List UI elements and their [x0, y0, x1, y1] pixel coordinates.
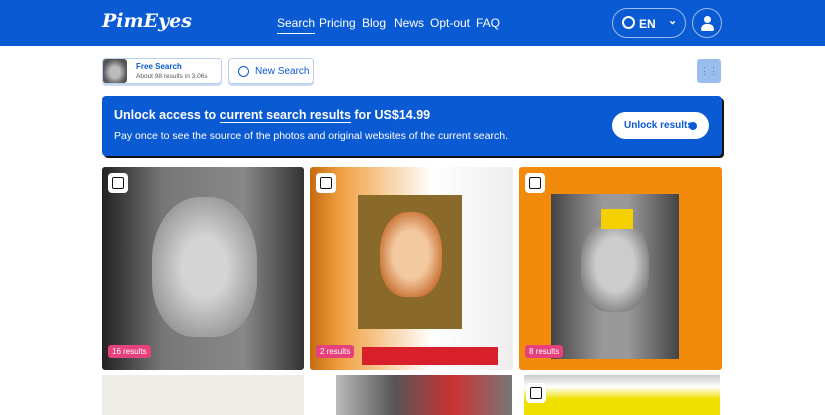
search-face-thumbnail [103, 59, 127, 83]
image-icon[interactable] [526, 383, 546, 403]
nav-blog[interactable]: Blog [362, 16, 386, 30]
result-count-badge: 8 results [525, 345, 564, 358]
image-icon[interactable] [108, 173, 128, 193]
result-caption-strip [362, 347, 498, 365]
nav-opt-out[interactable]: Opt-out [430, 16, 470, 30]
chevron-down-icon: ⌄ [668, 15, 678, 27]
search-plus-icon [238, 66, 249, 77]
unlock-results-label: Unlock results [624, 120, 693, 131]
account-button[interactable] [692, 8, 722, 38]
nav-faq[interactable]: FAQ [476, 16, 500, 30]
sliders-icon: ⋮⋮ [700, 66, 718, 76]
free-search-title: Free Search [136, 62, 182, 71]
language-selector[interactable]: EN ⌄ [612, 8, 686, 38]
unlock-banner: Unlock access to current search results … [102, 96, 722, 156]
result-face [581, 217, 649, 312]
result-card[interactable] [336, 375, 512, 415]
result-card[interactable]: 8 results [519, 167, 722, 370]
free-search-summary: About 98 results in 3.06s [136, 73, 208, 80]
arrow-circle-icon [689, 122, 697, 130]
result-card[interactable]: 16 results [102, 167, 304, 370]
user-icon [704, 16, 711, 23]
banner-subtitle: Pay once to see the source of the photos… [114, 130, 508, 142]
result-card[interactable] [524, 375, 720, 415]
pimeyes-logo[interactable]: PimEyes [102, 10, 192, 32]
result-card[interactable] [102, 375, 304, 415]
banner-title-link[interactable]: current search results [219, 108, 351, 123]
banner-title-price: for US$14.99 [350, 108, 431, 122]
nav-search[interactable]: Search [277, 16, 316, 34]
new-search-label: New Search [255, 66, 310, 77]
result-face [380, 212, 442, 297]
unlock-results-button[interactable]: Unlock results [612, 112, 709, 139]
user-icon-body [701, 24, 714, 31]
language-label: EN [639, 17, 656, 31]
filter-button[interactable]: ⋮⋮ [697, 59, 721, 83]
banner-title-pre: Unlock access to [114, 108, 220, 122]
result-overlay-label [601, 209, 633, 229]
free-search-card[interactable]: Free Search About 98 results in 3.06s [102, 58, 222, 84]
result-card[interactable]: 2 results [310, 167, 513, 370]
image-icon[interactable] [525, 173, 545, 193]
result-count-badge: 16 results [108, 345, 151, 358]
result-count-badge: 2 results [316, 345, 355, 358]
nav-pricing[interactable]: Pricing [319, 16, 356, 30]
banner-title: Unlock access to current search results … [114, 108, 431, 123]
result-image [152, 197, 257, 337]
new-search-button[interactable]: New Search [228, 58, 314, 84]
nav-news[interactable]: News [394, 16, 424, 30]
top-header: PimEyes Search Pricing Blog News Opt-out… [0, 0, 825, 46]
image-icon[interactable] [316, 173, 336, 193]
globe-icon [622, 16, 635, 29]
